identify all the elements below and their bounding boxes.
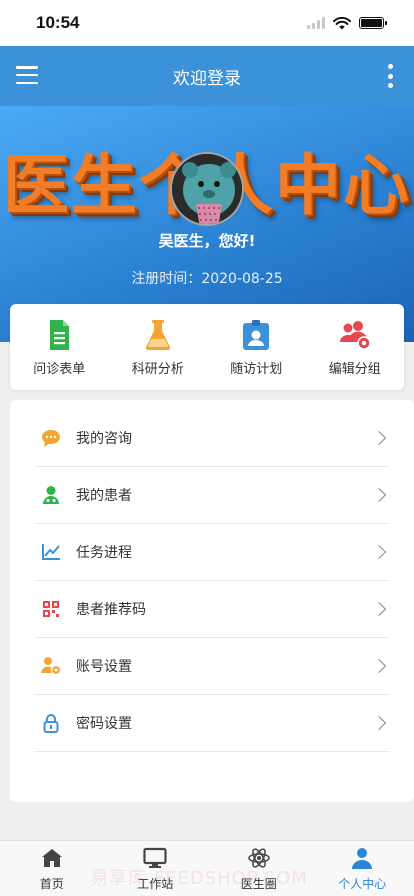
more-vertical-icon[interactable] — [386, 64, 394, 88]
menu-item-account-settings[interactable]: 账号设置 — [34, 638, 390, 695]
tab-workstation[interactable]: 工作站 — [104, 841, 208, 896]
quick-action-label: 编辑分组 — [328, 361, 381, 377]
chevron-right-icon — [371, 601, 387, 617]
trend-chart-icon — [40, 541, 62, 563]
users-gear-icon — [339, 320, 371, 350]
menu-item-my-consult[interactable]: 我的咨询 — [34, 410, 390, 467]
id-badge-icon — [243, 319, 270, 350]
chevron-right-icon — [371, 544, 387, 560]
menu-item-my-patients[interactable]: 我的患者 — [34, 467, 390, 524]
quick-action-label: 科研分析 — [131, 361, 184, 377]
header-title: 欢迎登录 — [173, 68, 241, 88]
bottom-tab-bar: 首页 工作站 医生圈 个人中心 — [0, 840, 414, 896]
register-label: 注册时间： — [131, 271, 202, 287]
quick-action-edit-group[interactable]: 编辑分组 — [307, 318, 403, 377]
lock-icon — [40, 712, 62, 734]
tab-home[interactable]: 首页 — [0, 841, 104, 896]
menu-item-password-settings[interactable]: 密码设置 — [34, 695, 390, 752]
hamburger-menu-icon[interactable] — [16, 66, 38, 84]
quick-action-research[interactable]: 科研分析 — [110, 318, 206, 377]
quick-actions-card: 问诊表单 科研分析 随访计划 编辑分组 — [10, 304, 404, 390]
qr-code-icon — [40, 598, 62, 620]
tab-personal-center[interactable]: 个人中心 — [311, 841, 414, 896]
wifi-icon — [333, 16, 351, 29]
tab-label: 个人中心 — [338, 877, 387, 891]
quick-action-followup[interactable]: 随访计划 — [208, 318, 304, 377]
status-time: 10:54 — [36, 13, 80, 32]
menu-item-referral-code[interactable]: 患者推荐码 — [34, 581, 390, 638]
menu-item-label: 密码设置 — [76, 716, 132, 732]
tab-doctor-circle[interactable]: 医生圈 — [207, 841, 311, 896]
atom-icon — [248, 848, 270, 868]
app-header: 欢迎登录 — [0, 46, 414, 106]
menu-item-label: 账号设置 — [76, 659, 132, 675]
quick-action-label: 随访计划 — [230, 361, 283, 377]
quick-action-label: 问诊表单 — [33, 361, 86, 377]
tab-label: 工作站 — [137, 877, 174, 891]
form-doc-icon — [50, 319, 70, 350]
chevron-right-icon — [371, 430, 387, 446]
signal-icon — [307, 17, 325, 29]
settings-menu-list: 我的咨询 我的患者 任务进程 患者推荐码 账号设置 密码设置 — [10, 400, 414, 802]
status-bar: 10:54 — [0, 0, 414, 46]
home-icon — [41, 849, 62, 867]
monitor-icon — [143, 847, 167, 868]
chevron-right-icon — [371, 658, 387, 674]
tab-label: 首页 — [39, 877, 64, 891]
status-icons — [307, 16, 387, 30]
chat-bubble-icon — [40, 427, 62, 449]
flask-icon — [145, 319, 171, 350]
menu-item-task-progress[interactable]: 任务进程 — [34, 524, 390, 581]
menu-item-label: 我的咨询 — [76, 431, 132, 447]
chevron-right-icon — [371, 487, 387, 503]
chevron-right-icon — [371, 715, 387, 731]
register-date: 2020-08-25 — [201, 271, 283, 287]
person-icon — [352, 848, 373, 869]
avatar[interactable] — [170, 152, 244, 226]
user-gear-icon — [40, 655, 62, 677]
menu-item-label: 任务进程 — [76, 545, 132, 561]
menu-item-label: 我的患者 — [76, 488, 132, 504]
quick-action-consult-form[interactable]: 问诊表单 — [11, 318, 107, 377]
tab-label: 医生圈 — [240, 877, 277, 891]
greeting-text: 吴医生，您好! — [158, 232, 256, 250]
register-time: 注册时间：2020-08-25 — [0, 268, 414, 288]
menu-item-label: 患者推荐码 — [76, 602, 146, 618]
battery-icon — [359, 17, 387, 29]
patient-icon — [40, 484, 62, 506]
